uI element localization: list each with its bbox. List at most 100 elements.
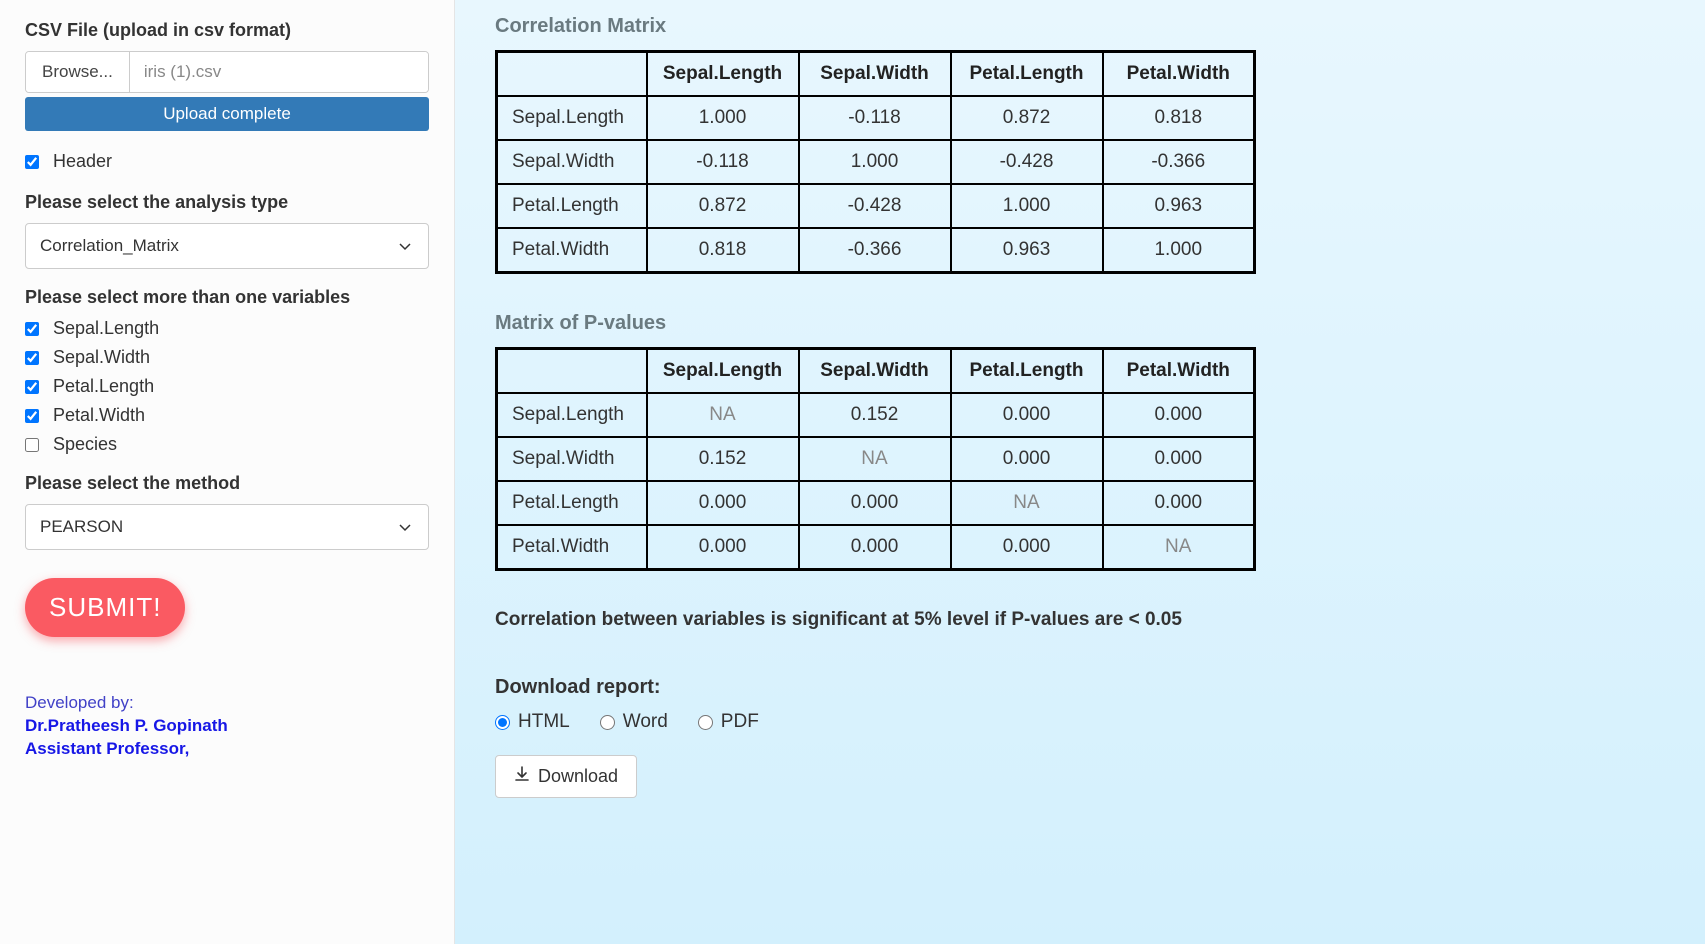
download-report-title: Download report: [495, 676, 1665, 699]
download-format-option[interactable]: PDF [698, 711, 759, 733]
download-format-label: PDF [721, 711, 759, 733]
table-cell: 0.963 [951, 228, 1103, 273]
table-header-row: Sepal.Length Sepal.Width Petal.Length Pe… [497, 52, 1255, 97]
table-cell: 0.152 [799, 393, 951, 437]
download-format-label: HTML [518, 711, 570, 733]
main-panel: Correlation Matrix Sepal.Length Sepal.Wi… [455, 0, 1705, 944]
table-header-cell: Sepal.Width [799, 349, 951, 394]
table-corner-cell [497, 52, 647, 97]
analysis-type-select[interactable]: Correlation_Matrix [25, 223, 429, 269]
variable-checkbox-label: Sepal.Length [53, 318, 159, 339]
table-row-header: Petal.Width [497, 228, 647, 273]
variable-item: Petal.Length [25, 376, 429, 397]
table-cell: 0.000 [1103, 481, 1255, 525]
table-cell: -0.428 [799, 184, 951, 228]
pvalue-matrix-title: Matrix of P-values [495, 312, 1665, 335]
analysis-type-label: Please select the analysis type [25, 192, 429, 213]
download-format-radio[interactable] [698, 715, 713, 730]
table-header-cell: Petal.Length [951, 52, 1103, 97]
file-input-row: Browse... iris (1).csv [25, 51, 429, 93]
table-row: Sepal.Length 1.000 -0.118 0.872 0.818 [497, 96, 1255, 140]
table-cell: 0.963 [1103, 184, 1255, 228]
download-format-option[interactable]: Word [600, 711, 668, 733]
table-cell: NA [951, 481, 1103, 525]
download-icon [514, 766, 530, 787]
header-checkbox[interactable] [25, 155, 39, 169]
table-cell: 0.152 [647, 437, 799, 481]
variable-checkbox[interactable] [25, 438, 39, 452]
variable-item: Petal.Width [25, 405, 429, 426]
table-cell: 0.000 [951, 437, 1103, 481]
download-format-radio[interactable] [495, 715, 510, 730]
table-header-cell: Petal.Width [1103, 349, 1255, 394]
table-cell: 1.000 [799, 140, 951, 184]
variable-checkbox[interactable] [25, 351, 39, 365]
header-checkbox-label: Header [53, 151, 112, 172]
download-format-label: Word [623, 711, 668, 733]
table-cell: 0.000 [647, 481, 799, 525]
table-cell: 0.818 [1103, 96, 1255, 140]
pvalue-matrix-table: Sepal.Length Sepal.Width Petal.Length Pe… [495, 347, 1256, 571]
table-cell: 0.000 [647, 525, 799, 570]
table-row: Petal.Length 0.000 0.000 NA 0.000 [497, 481, 1255, 525]
correlation-matrix-title: Correlation Matrix [495, 15, 1665, 38]
table-row: Petal.Width 0.000 0.000 0.000 NA [497, 525, 1255, 570]
variable-checkbox[interactable] [25, 322, 39, 336]
table-row: Sepal.Width 0.152 NA 0.000 0.000 [497, 437, 1255, 481]
method-select[interactable]: PEARSON [25, 504, 429, 550]
download-format-radio[interactable] [600, 715, 615, 730]
table-cell: 0.000 [1103, 437, 1255, 481]
browse-button[interactable]: Browse... [26, 52, 130, 92]
table-header-cell: Sepal.Length [647, 52, 799, 97]
correlation-matrix-table: Sepal.Length Sepal.Width Petal.Length Pe… [495, 50, 1256, 274]
variable-item: Sepal.Length [25, 318, 429, 339]
table-cell: -0.366 [1103, 140, 1255, 184]
download-button-label: Download [538, 766, 618, 787]
method-section: Please select the method PEARSON [25, 473, 429, 550]
table-row: Petal.Length 0.872 -0.428 1.000 0.963 [497, 184, 1255, 228]
variable-checkbox-label: Sepal.Width [53, 347, 150, 368]
table-row-header: Petal.Width [497, 525, 647, 570]
table-row-header: Sepal.Length [497, 393, 647, 437]
table-cell: 0.000 [951, 393, 1103, 437]
download-button[interactable]: Download [495, 755, 637, 798]
analysis-type-select-wrap[interactable]: Correlation_Matrix [25, 223, 429, 269]
header-checkbox-row: Header [25, 151, 429, 172]
credits-developed-by: Developed by: [25, 692, 429, 715]
credits-author-name: Dr.Pratheesh P. Gopinath [25, 715, 429, 738]
table-cell: 0.872 [647, 184, 799, 228]
table-cell: NA [1103, 525, 1255, 570]
table-cell: 1.000 [1103, 228, 1255, 273]
variable-checkbox[interactable] [25, 409, 39, 423]
upload-progress-bar: Upload complete [25, 97, 429, 131]
table-cell: NA [799, 437, 951, 481]
credits: Developed by: Dr.Pratheesh P. Gopinath A… [25, 692, 429, 761]
table-row-header: Petal.Length [497, 481, 647, 525]
table-row: Petal.Width 0.818 -0.366 0.963 1.000 [497, 228, 1255, 273]
table-header-cell: Sepal.Width [799, 52, 951, 97]
table-row: Sepal.Width -0.118 1.000 -0.428 -0.366 [497, 140, 1255, 184]
download-format-radios: HTML Word PDF [495, 711, 1665, 733]
variable-checkbox-label: Petal.Width [53, 405, 145, 426]
variable-checkbox[interactable] [25, 380, 39, 394]
table-cell: 1.000 [951, 184, 1103, 228]
submit-button[interactable]: SUBMIT! [25, 578, 185, 637]
table-cell: 0.872 [951, 96, 1103, 140]
method-label: Please select the method [25, 473, 429, 494]
csv-file-label: CSV File (upload in csv format) [25, 20, 429, 41]
table-row-header: Petal.Length [497, 184, 647, 228]
variable-item: Species [25, 434, 429, 455]
table-cell: 0.000 [799, 525, 951, 570]
download-format-option[interactable]: HTML [495, 711, 570, 733]
table-cell: 0.000 [951, 525, 1103, 570]
table-row-header: Sepal.Length [497, 96, 647, 140]
table-row: Sepal.Length NA 0.152 0.000 0.000 [497, 393, 1255, 437]
table-header-cell: Petal.Length [951, 349, 1103, 394]
variable-item: Sepal.Width [25, 347, 429, 368]
table-header-cell: Petal.Width [1103, 52, 1255, 97]
table-cell: NA [647, 393, 799, 437]
credits-author-role: Assistant Professor, [25, 738, 429, 761]
table-cell: 0.818 [647, 228, 799, 273]
variables-section: Please select more than one variables Se… [25, 287, 429, 455]
method-select-wrap[interactable]: PEARSON [25, 504, 429, 550]
